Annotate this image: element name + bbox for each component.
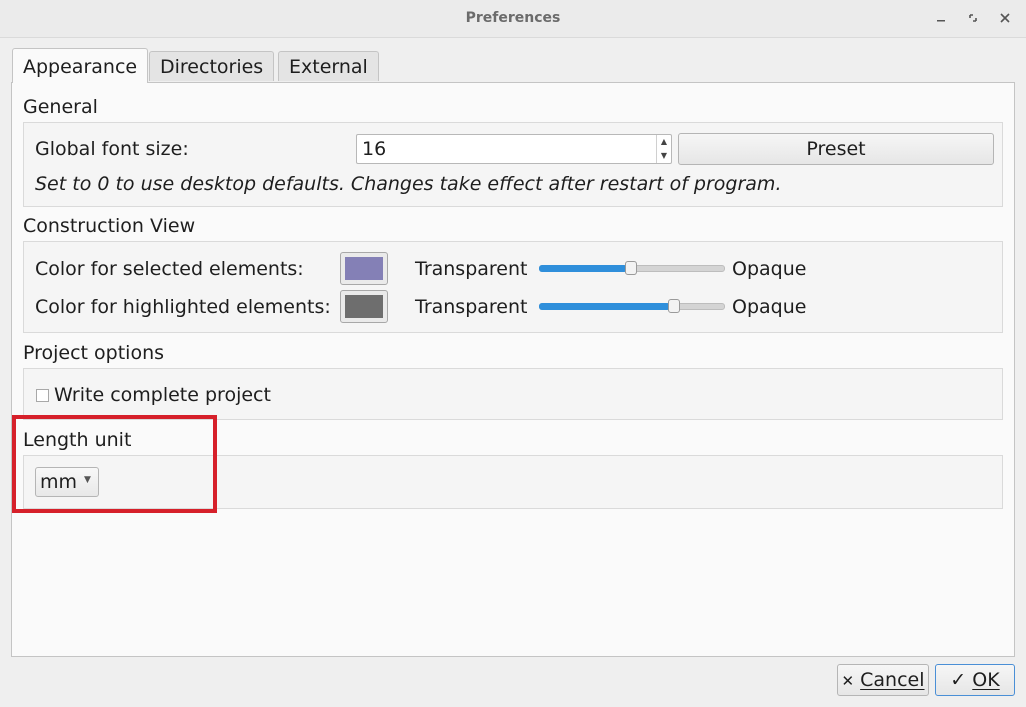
- selected-color-swatch: [345, 257, 383, 280]
- ok-label: OK: [972, 669, 1000, 691]
- ok-button[interactable]: ✓ OK: [935, 664, 1015, 696]
- highlighted-opacity-slider[interactable]: [539, 299, 725, 313]
- general-title: General: [23, 96, 98, 118]
- close-icon[interactable]: [996, 9, 1014, 27]
- checkmark-icon: ✓: [950, 669, 967, 691]
- tab-appearance[interactable]: Appearance: [12, 48, 149, 83]
- title-bar: Preferences: [0, 0, 1026, 38]
- font-size-value: 16: [362, 138, 387, 160]
- appearance-page: General Global font size: 16 ▲ ▼ Preset S…: [11, 82, 1015, 657]
- cancel-label: Cancel: [860, 669, 925, 691]
- highlighted-opaque-label: Opaque: [732, 296, 807, 318]
- project-options-group: Write complete project: [23, 368, 1003, 420]
- selected-transparent-label: Transparent: [415, 258, 528, 280]
- font-size-hint: Set to 0 to use desktop defaults. Change…: [35, 173, 782, 195]
- write-complete-checkbox[interactable]: [36, 389, 49, 402]
- cancel-button[interactable]: ✕ Cancel: [837, 664, 929, 696]
- construction-view-group: Color for selected elements: Transparent…: [23, 241, 1003, 333]
- highlighted-transparent-label: Transparent: [415, 296, 528, 318]
- spin-arrows-icon[interactable]: ▲ ▼: [656, 135, 671, 163]
- general-group: Global font size: 16 ▲ ▼ Preset Set to 0 …: [23, 122, 1003, 207]
- project-options-title: Project options: [23, 342, 165, 364]
- slider-handle[interactable]: [625, 261, 637, 275]
- close-icon: ✕: [841, 672, 855, 690]
- selected-opaque-label: Opaque: [732, 258, 807, 280]
- highlighted-color-swatch: [345, 295, 383, 318]
- highlighted-color-button[interactable]: [340, 290, 388, 323]
- minimize-icon[interactable]: [932, 9, 950, 27]
- construction-view-title: Construction View: [23, 215, 196, 237]
- tab-external-tools[interactable]: External tools: [278, 51, 379, 108]
- preset-button[interactable]: Preset: [678, 133, 994, 165]
- write-complete-label[interactable]: Write complete project: [54, 384, 271, 406]
- selected-color-button[interactable]: [340, 252, 388, 285]
- slider-handle[interactable]: [668, 299, 680, 313]
- highlight-box: [12, 415, 217, 513]
- window-title: Preferences: [465, 10, 561, 26]
- font-size-label: Global font size:: [35, 138, 189, 160]
- font-size-spinbox[interactable]: 16 ▲ ▼: [356, 134, 672, 164]
- highlighted-color-label: Color for highlighted elements:: [35, 296, 331, 318]
- restore-icon[interactable]: [964, 9, 982, 27]
- tab-directories[interactable]: Directories: [149, 51, 275, 81]
- selected-color-label: Color for selected elements:: [35, 258, 304, 280]
- selected-opacity-slider[interactable]: [539, 261, 725, 275]
